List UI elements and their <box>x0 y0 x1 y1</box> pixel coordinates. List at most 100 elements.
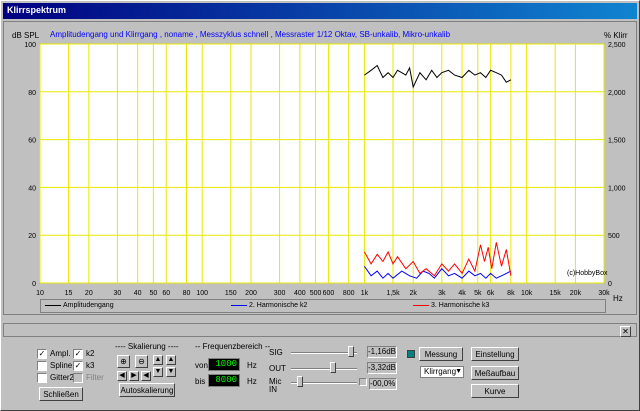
zoom-in-icon[interactable]: ⊕ <box>117 355 130 368</box>
x-tick-label: 20 <box>85 290 93 297</box>
x-tick-label: 15 <box>65 290 73 297</box>
gitter2-label: Gitter2 <box>50 373 75 382</box>
x-tick-label: 2k <box>410 290 418 297</box>
chart-svg: 10 15 20 30 40 50 60 80 100 150 200 300 400 500 600 800… <box>24 42 626 297</box>
mic-slider-thumb[interactable] <box>297 376 303 387</box>
ampl-label: Ampl. <box>50 349 71 358</box>
y-right-tick-label: 2,500 <box>608 42 626 49</box>
from-hz-label: Hz <box>247 361 257 370</box>
to-label: bis <box>195 377 206 386</box>
control-panel: ✓ Ampl. ✓ k2 Spline ✓ k3 Gitter2 Filter … <box>3 339 637 409</box>
window-title: Klirrspektrum <box>7 5 67 15</box>
curve-button[interactable]: Kurve <box>471 384 519 398</box>
x-axis-unit: Hz <box>613 294 623 303</box>
x-tick-label: 200 <box>245 290 257 297</box>
k3-checkbox[interactable]: ✓ <box>73 361 83 371</box>
chart-legend: Amplitudengang 2. Harmonische k2 3. Harm… <box>40 299 606 313</box>
title-bar: Klirrspektrum <box>3 3 637 19</box>
scroll-down-icon[interactable]: ▼ <box>153 367 163 377</box>
scroll-down-2-icon[interactable]: ▼ <box>166 367 176 377</box>
from-label: von <box>195 361 208 370</box>
x-tick-label: 40 <box>134 290 142 297</box>
to-frequency-input[interactable]: 8000 <box>208 374 240 387</box>
mic-label: Mic IN <box>269 377 282 394</box>
status-led-icon <box>407 350 415 358</box>
sig-slider-thumb[interactable] <box>348 346 354 357</box>
x-tick-label: 60 <box>162 290 170 297</box>
sig-value: -1,16dB <box>367 346 397 358</box>
scroll-up-2-icon[interactable]: ▲ <box>166 355 176 365</box>
x-tick-label: 80 <box>183 290 191 297</box>
measure-button[interactable]: Messung <box>419 347 463 361</box>
k3-label: k3 <box>86 361 95 370</box>
scroll-up-icon[interactable]: ▲ <box>153 355 163 365</box>
close-button[interactable]: Schließen <box>39 387 83 401</box>
y-right-tick-label: 2,000 <box>608 90 626 97</box>
sig-label: SIG <box>269 348 283 357</box>
y-right-tick-label: 1,000 <box>608 185 626 192</box>
x-tick-label: 400 <box>294 290 306 297</box>
x-tick-label: 100 <box>196 290 208 297</box>
legend-item-k3: 3. Harmonische k3 <box>413 302 489 312</box>
plot-background <box>39 43 605 284</box>
y-left-tick-label: 100 <box>24 42 36 49</box>
close-icon[interactable]: ✕ <box>620 326 631 337</box>
y-left-tick-label: 40 <box>28 185 36 192</box>
x-tick-label: 50 <box>149 290 157 297</box>
x-tick-label: 30 <box>113 290 121 297</box>
out-value: -3,32dB <box>367 362 397 374</box>
x-tick-label: 300 <box>274 290 286 297</box>
spline-label: Spline <box>50 361 73 370</box>
x-tick-label: 10 <box>36 290 44 297</box>
mic-indicator <box>359 378 367 386</box>
scaling-group-label: ---- Skalierung ---- <box>115 342 179 351</box>
x-tick-label: 150 <box>225 290 237 297</box>
x-tick-label: 500 <box>310 290 322 297</box>
x-tick-label: 20k <box>570 290 582 297</box>
x-tick-label: 1,5k <box>386 290 400 297</box>
out-slider-thumb[interactable] <box>330 362 336 373</box>
scroll-left-icon[interactable]: ◀ <box>117 371 127 381</box>
chart-area: Amplitudengang und Klirrgang , noname , … <box>3 21 637 315</box>
x-tick-label: 15k <box>550 290 562 297</box>
k2-checkbox[interactable]: ✓ <box>73 349 83 359</box>
x-tick-label: 6k <box>487 290 495 297</box>
legend-item-amplitude: Amplitudengang <box>45 302 114 312</box>
ampl-checkbox[interactable]: ✓ <box>37 349 47 359</box>
splitter-bar[interactable] <box>3 323 637 337</box>
settings-button[interactable]: Einstellung <box>471 347 519 361</box>
autoscale-button[interactable]: Autoskalierung <box>119 383 175 397</box>
filter-label: Filter <box>86 373 104 382</box>
x-tick-label: 3k <box>438 290 446 297</box>
y-right-tick-label: 500 <box>608 233 620 240</box>
freq-group-label: -- Frequenzbereich -- <box>195 342 271 351</box>
y-right-tick-label: 0 <box>608 281 612 288</box>
gitter2-checkbox[interactable] <box>37 373 47 383</box>
legend-item-k2: 2. Harmonische k2 <box>231 302 307 312</box>
x-tick-label: 4k <box>458 290 466 297</box>
k2-label: k2 <box>86 349 95 358</box>
out-slider[interactable] <box>291 368 357 370</box>
filter-checkbox[interactable] <box>73 373 83 383</box>
scroll-right-icon[interactable]: ▶ <box>129 371 139 381</box>
x-tick-label: 1k <box>361 290 369 297</box>
from-frequency-input[interactable]: 1000 <box>208 358 240 371</box>
watermark: (c)HobbyBox <box>567 270 608 277</box>
scroll-left-2-icon[interactable]: ◀ <box>141 371 151 381</box>
x-tick-label: 8k <box>507 290 515 297</box>
chevron-down-icon[interactable]: ▼ <box>455 367 462 377</box>
y-right-tick-label: 1,500 <box>608 138 626 145</box>
x-tick-label: 600 <box>323 290 335 297</box>
main-window: Klirrspektrum Amplitudengang und Klirrga… <box>0 0 640 411</box>
mic-value: -00,0% <box>369 378 397 390</box>
setup-button[interactable]: Meßaufbau <box>471 366 519 380</box>
mode-select[interactable]: Klirrgang ▼ <box>420 366 464 378</box>
y-left-tick-label: 60 <box>28 138 36 145</box>
zoom-out-icon[interactable]: ⊖ <box>135 355 148 368</box>
y-left-tick-label: 0 <box>32 281 36 288</box>
spline-checkbox[interactable] <box>37 361 47 371</box>
out-label: OUT <box>269 364 286 373</box>
x-tick-label: 5k <box>474 290 482 297</box>
x-tick-label: 800 <box>343 290 355 297</box>
x-tick-label: 30k <box>598 290 610 297</box>
